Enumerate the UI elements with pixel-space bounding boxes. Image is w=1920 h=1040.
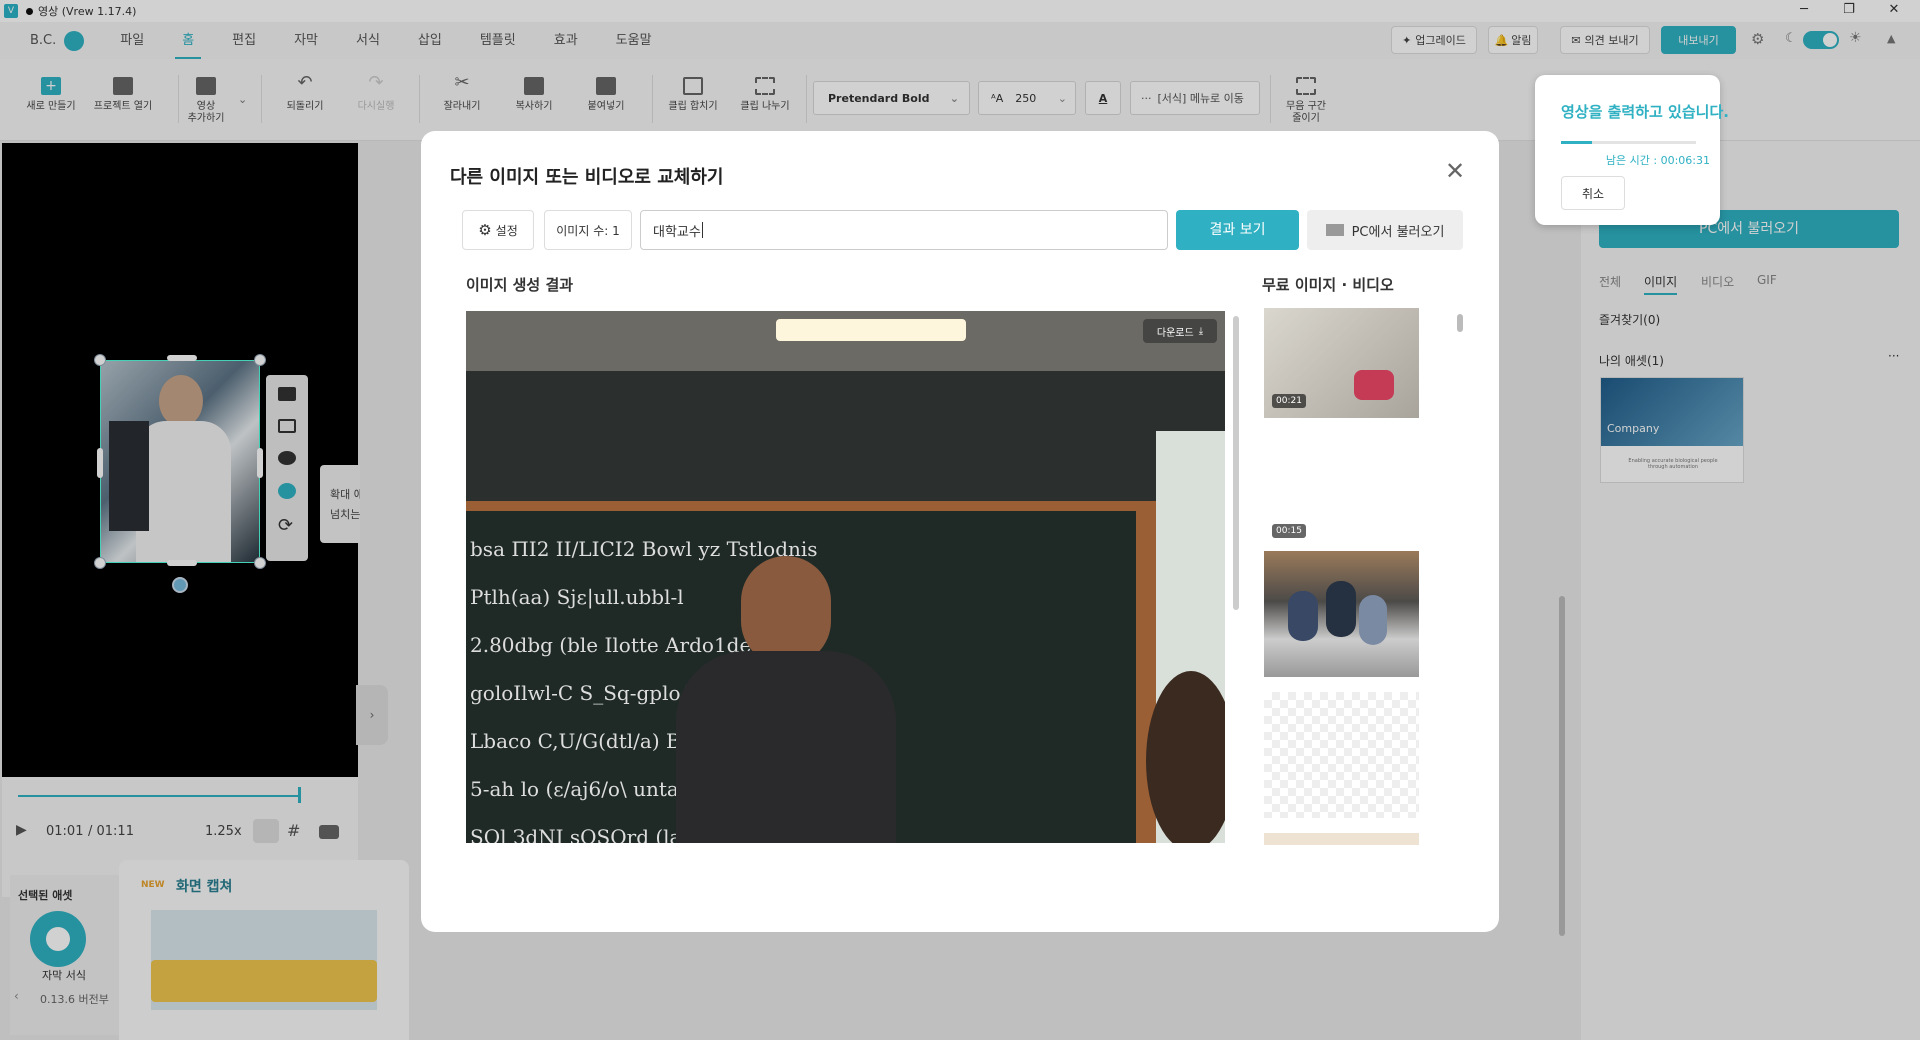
free-media-thumb[interactable]	[1264, 692, 1419, 818]
image-count-select[interactable]: 이미지 수: 1	[544, 210, 632, 250]
search-input-value: 대학교수	[653, 224, 701, 240]
cancel-export-button[interactable]: 취소	[1561, 176, 1625, 210]
ceiling-light	[776, 319, 966, 341]
close-icon[interactable]: ✕	[1445, 157, 1465, 185]
monitor-icon	[1325, 224, 1344, 236]
download-button[interactable]: 다운로드 ⤓	[1143, 319, 1217, 343]
free-media-thumb[interactable]: 00:21	[1264, 308, 1419, 418]
remaining-time: 남은 시간 : 00:06:31	[1605, 154, 1710, 167]
duration-badge: 00:15	[1272, 524, 1306, 538]
settings-button[interactable]: ⚙ 설정	[462, 210, 534, 250]
duration-badge: 00:21	[1272, 394, 1306, 408]
generated-results-heading: 이미지 생성 결과	[466, 276, 574, 294]
export-progress-track	[1561, 141, 1696, 144]
generated-image[interactable]: bsa ΠΙ2 ΙΙ/LΙCΙ2 Bowl yz Tstlodnis Ptlh(…	[466, 311, 1225, 843]
export-status-title: 영상을 출력하고 있습니다.	[1561, 103, 1729, 121]
pc-button-label: PC에서 불러오기	[1351, 224, 1445, 240]
person-body	[676, 651, 896, 843]
free-media-thumb[interactable]	[1264, 551, 1419, 677]
settings-label: 설정	[495, 223, 518, 238]
download-icon: ⤓	[1198, 325, 1204, 337]
replace-media-modal: 다른 이미지 또는 비디오로 교체하기 ✕ ⚙ 설정 이미지 수: 1 대학교수 …	[421, 131, 1499, 932]
load-from-pc-modal-button[interactable]: PC에서 불러오기	[1307, 210, 1463, 250]
free-media-thumb[interactable]	[1264, 833, 1419, 845]
person-head	[741, 556, 831, 666]
search-button[interactable]: 결과 보기	[1176, 210, 1299, 250]
gear-icon: ⚙	[478, 221, 492, 239]
free-media-heading: 무료 이미지 · 비디오	[1262, 276, 1394, 294]
download-label: 다운로드	[1156, 327, 1194, 339]
export-progress-popup: 영상을 출력하고 있습니다. 남은 시간 : 00:06:31 취소	[1535, 75, 1729, 225]
search-input[interactable]: 대학교수	[640, 210, 1168, 250]
free-media-scrollbar[interactable]	[1457, 314, 1463, 332]
export-progress-fill	[1561, 141, 1593, 144]
free-media-thumb[interactable]: 00:15	[1264, 429, 1419, 549]
generated-scrollbar[interactable]	[1233, 316, 1239, 610]
modal-title: 다른 이미지 또는 비디오로 교체하기	[450, 167, 724, 188]
